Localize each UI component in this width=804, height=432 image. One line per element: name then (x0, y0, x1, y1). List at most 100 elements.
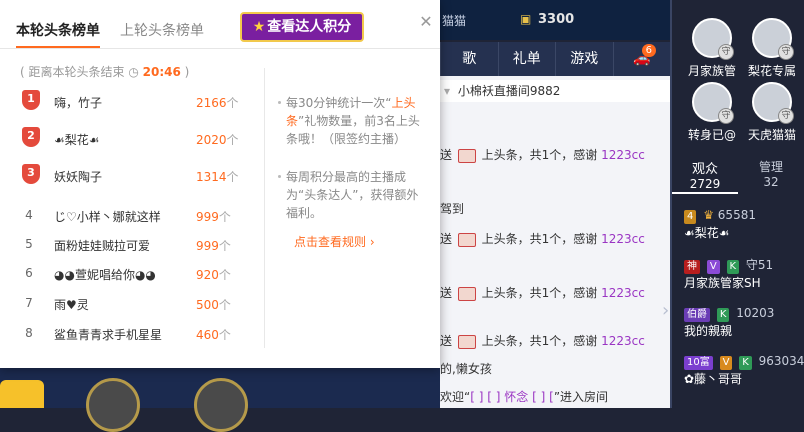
manager-item[interactable]: 守 月家族管 (682, 18, 742, 79)
chat-thanks-name[interactable]: 1223cc (601, 232, 645, 246)
rank-score: 1314个 (196, 168, 239, 185)
audience-row[interactable]: 伯爵 K 10203 我的親親 (684, 306, 774, 339)
rank-row[interactable]: 8 鲨鱼青青求手机星星 460个 (20, 324, 244, 346)
guard-icon: 守 (718, 44, 734, 60)
rank-row[interactable]: 5 面粉娃娃贼拉可爱 999个 (20, 235, 244, 257)
audience-row[interactable]: 10富 V K 963034 ✿藤丶哥哥 (684, 354, 804, 387)
audience-id: 10203 (736, 306, 775, 320)
clock-icon: ◷ (128, 65, 139, 79)
rank-index: 5 (25, 237, 33, 251)
audience-row[interactable]: 神 V K 守51 月家族管家SH (684, 256, 773, 291)
rank-name: 雨♥灵 (54, 298, 89, 312)
score-unit: 个 (226, 96, 239, 110)
audience-name: ✿藤丶哥哥 (684, 372, 743, 386)
welcome-char: ] (478, 390, 484, 404)
tab-gift-list[interactable]: 礼单 (497, 42, 556, 76)
chat-send-text: 上头条，共1个，感谢 (481, 148, 598, 162)
chat-send: 送 (440, 148, 453, 162)
chat-send-text: 上头条，共1个，感谢 (481, 286, 598, 300)
tab-managers-label: 管理 (758, 160, 783, 174)
manager-name: 天虎猫猫 (747, 128, 796, 142)
level-badge: 4 (684, 210, 697, 224)
avatar[interactable] (86, 378, 140, 432)
k-badge: K (716, 308, 730, 322)
chat-thanks-name[interactable]: 1223cc (601, 334, 645, 348)
chat-line: 驾到 (440, 200, 670, 217)
chat-thanks-name[interactable]: 1223cc (601, 286, 645, 300)
k-badge: K (726, 260, 740, 274)
welcome-char: [ (487, 390, 492, 404)
rank-row[interactable]: 7 雨♥灵 500个 (20, 294, 244, 316)
k-badge: K (739, 356, 752, 370)
tab-previous-round[interactable]: 上轮头条榜单 (120, 20, 204, 48)
avatar: 守 (692, 18, 734, 60)
crown-icon: ♛ (703, 208, 714, 222)
audience-id: 65581 (717, 208, 756, 222)
score-value: 2166 (196, 96, 227, 110)
check-expert-points-button[interactable]: ★ 查看达人积分 (240, 12, 364, 42)
chat-send: 送 (440, 232, 453, 246)
score-value: 500 (196, 298, 219, 312)
rank-row[interactable]: 6 ◕◕萱妮唱给你◕◕ 920个 (20, 264, 244, 286)
chat-thanks-name[interactable]: 1223cc (601, 148, 645, 162)
divider (0, 48, 440, 49)
tab-car[interactable]: 🚗 6 (612, 42, 671, 76)
noble-badge: 伯爵 (684, 308, 710, 322)
chevron-right-icon[interactable]: › (662, 300, 669, 321)
rank-score: 999个 (196, 237, 231, 254)
tab-audience[interactable]: 观众 2729 (672, 154, 738, 194)
room-name: 小棉袄直播间9882 (457, 84, 561, 98)
manager-item[interactable]: 守 天虎猫猫 (742, 82, 802, 143)
manager-item[interactable]: 守 转身已@ (682, 82, 742, 143)
popup-tabs: 本轮头条榜单 上轮头条榜单 (16, 20, 224, 48)
rank-row[interactable]: 2 ☙梨花☙ 2020个 (20, 127, 244, 151)
rank-name: 嗨，竹子 (54, 96, 103, 110)
score-value: 2020 (196, 133, 227, 147)
rank-index: 4 (25, 208, 33, 222)
score-unit: 个 (218, 268, 231, 282)
manager-item[interactable]: 守 梨花专属 (742, 18, 802, 79)
noble-badge: 神 (684, 260, 700, 274)
medal-icon: 1 (22, 90, 40, 110)
audience-row[interactable]: 4 ♛ 65581 ☙梨花☙ (684, 208, 756, 241)
bullet-dot (278, 101, 281, 104)
rule-text: 每30分钟统计一次“ (286, 96, 392, 110)
star-icon[interactable] (0, 380, 44, 408)
score-value: 999 (196, 210, 219, 224)
chevron-right-icon: › (369, 235, 375, 249)
chat-line: 送 上头条，共1个，感谢 1223cc (440, 146, 670, 163)
rank-row[interactable]: 1 嗨，竹子 2166个 (20, 90, 244, 114)
rank-name: 面粉娃娃贼拉可爱 (54, 239, 151, 253)
rule-text: ”礼物数量，前3名上头条哦！（限签约主播） (286, 114, 420, 146)
chat-line: 的,懒女孩 (440, 360, 670, 377)
headline-ranking-popup: 本轮头条榜单 上轮头条榜单 ★ 查看达人积分 ✕ ( 距离本轮头条结束 ◷ 20:… (0, 0, 440, 368)
rank-row[interactable]: 4 じ♡小样丶娜就这样 999个 (20, 206, 244, 228)
tab-games[interactable]: 游戏 (555, 42, 613, 76)
welcome-char: 怀念 (504, 390, 529, 404)
countdown-time: 20:46 (142, 65, 181, 79)
tab-current-round[interactable]: 本轮头条榜单 (16, 20, 100, 48)
rank-score: 2020个 (196, 131, 239, 148)
close-icon[interactable]: ✕ (418, 14, 434, 30)
welcome-char: ] (540, 390, 546, 404)
right-panel: 守 月家族管 守 梨花专属 守 转身已@ 守 天虎猫猫 观众 2729 管理 3… (672, 0, 804, 408)
view-rules-link[interactable]: 点击查看规则 › (294, 233, 375, 250)
rank-row[interactable]: 3 妖妖陶子 1314个 (20, 164, 244, 188)
bottom-strip (0, 368, 440, 432)
rank-index: 7 (25, 296, 33, 310)
chat-send: 送 (440, 334, 453, 348)
chat-line: 送 上头条，共1个，感谢 1223cc (440, 332, 670, 349)
welcome-prefix: 欢迎“ (440, 390, 471, 404)
manager-name: 转身已@ (687, 128, 736, 142)
countdown: ( 距离本轮头条结束 ◷ 20:46 ) (20, 63, 189, 80)
tab-managers[interactable]: 管理 32 (738, 154, 804, 194)
score-unit: 个 (226, 133, 239, 147)
rank-name: 妖妖陶子 (54, 170, 103, 184)
rank-score: 920个 (196, 266, 231, 283)
room-name-bar[interactable]: ▾ 小棉袄直播间9882 (440, 80, 670, 102)
score-unit: 个 (218, 328, 231, 342)
rank-score: 460个 (196, 326, 231, 343)
avatar: 守 (752, 18, 794, 60)
tab-song[interactable]: 歌 (440, 42, 498, 76)
avatar[interactable] (194, 378, 248, 432)
